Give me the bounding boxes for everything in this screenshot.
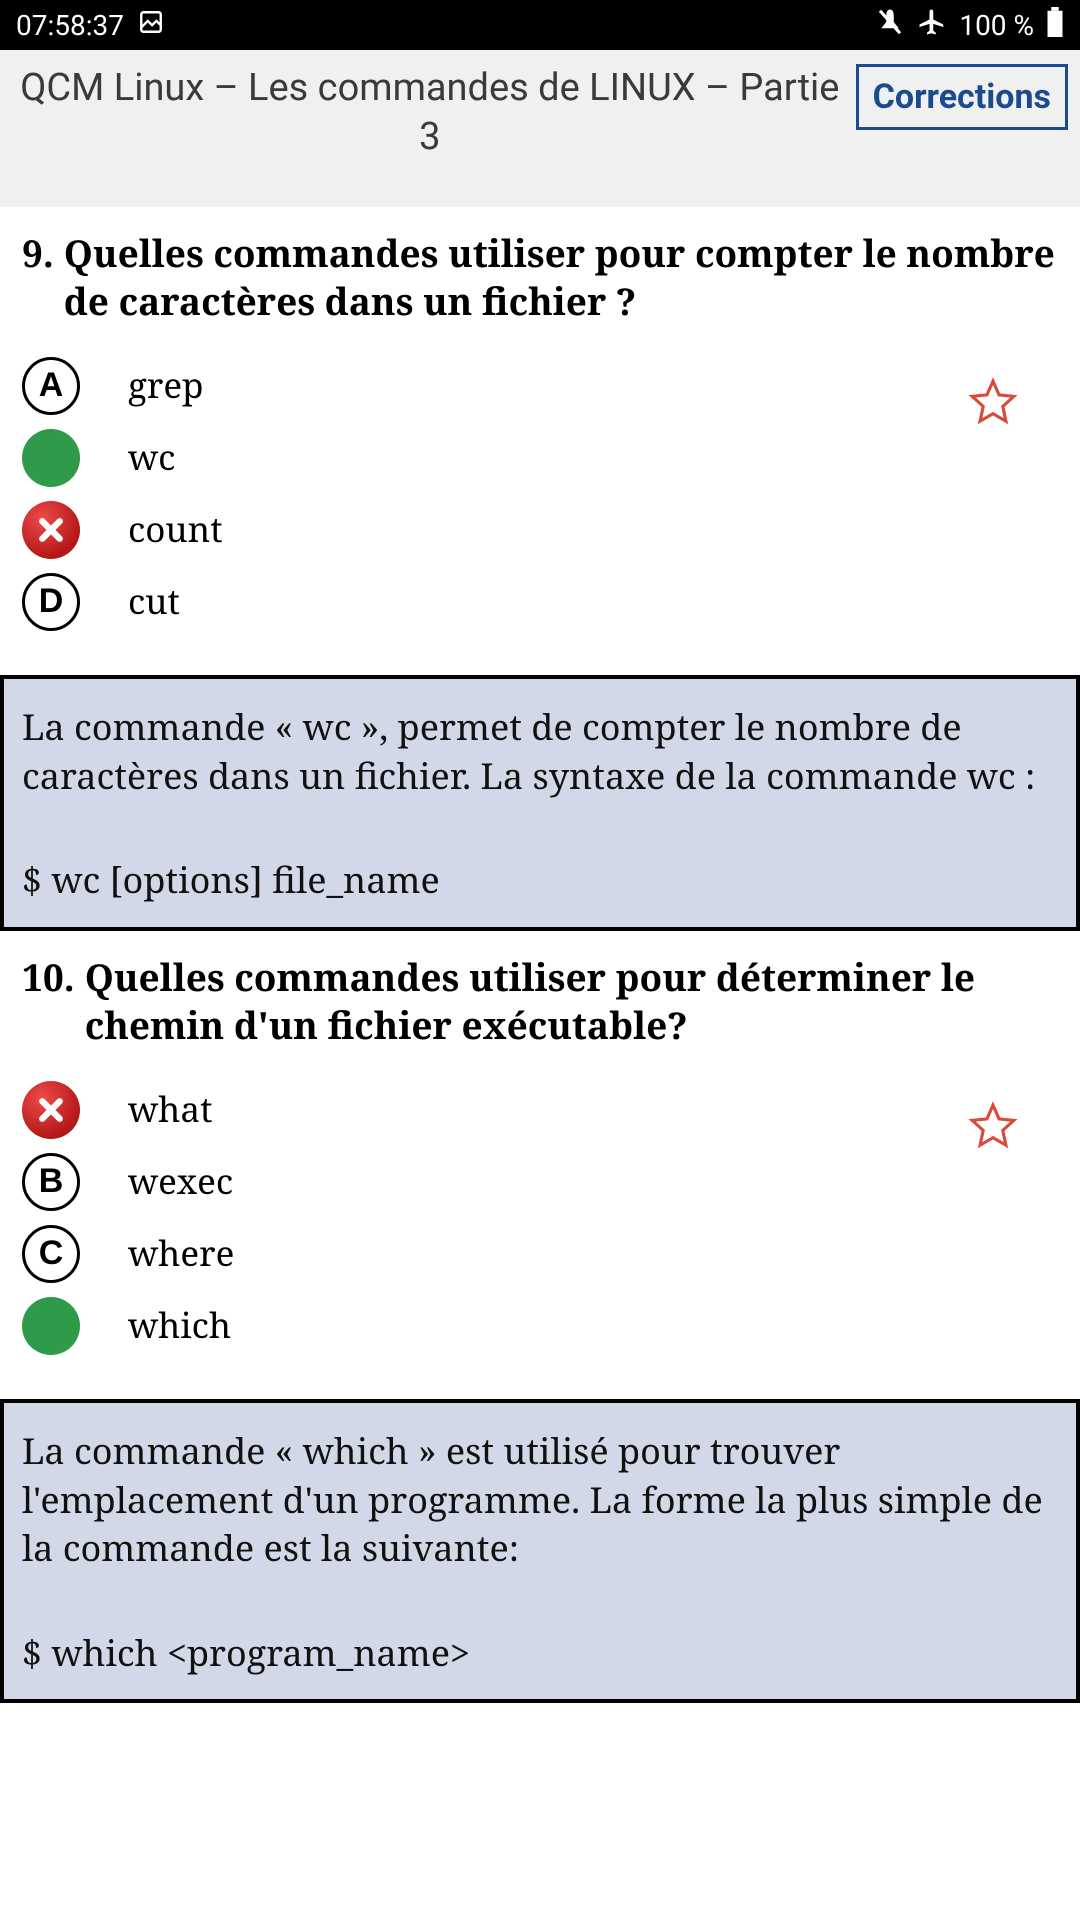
option-bubble: D [22, 573, 80, 631]
option-text: wexec [128, 1158, 233, 1205]
option-bubble: B [22, 1153, 80, 1211]
question-text: Quelles commandes utiliser pour compter … [64, 229, 1058, 325]
option-b[interactable]: B wexec [22, 1153, 1058, 1211]
explanation-box: La commande « wc », permet de compter le… [0, 675, 1080, 931]
question-text: Quelles commandes utiliser pour détermin… [85, 953, 1058, 1049]
option-text: grep [128, 362, 204, 409]
correct-icon [22, 429, 80, 487]
status-time: 07:58:37 [16, 9, 124, 42]
explanation-box: La commande « which » est utilisé pour t… [0, 1399, 1080, 1703]
option-text: what [128, 1086, 212, 1133]
wrong-icon [22, 1081, 80, 1139]
option-text: count [128, 506, 223, 553]
options-list: what B wexec C where which [22, 1081, 1058, 1355]
option-b[interactable]: wc [22, 429, 1058, 487]
question-title: 9. Quelles commandes utiliser pour compt… [22, 229, 1058, 325]
option-c[interactable]: count [22, 501, 1058, 559]
explanation-command: $ which <program_name> [22, 1629, 1058, 1678]
question-number: 9. [22, 229, 54, 325]
option-a[interactable]: A grep [22, 357, 1058, 415]
explanation-text: La commande « which » est utilisé pour t… [22, 1427, 1058, 1573]
correct-icon [22, 1297, 80, 1355]
corrections-button[interactable]: Corrections [856, 64, 1068, 130]
option-text: where [128, 1230, 234, 1277]
question-9: 9. Quelles commandes utiliser pour compt… [0, 207, 1080, 657]
app-header: QCM Linux – Les commandes de LINUX – Par… [0, 50, 1080, 207]
option-c[interactable]: C where [22, 1225, 1058, 1283]
option-d[interactable]: which [22, 1297, 1058, 1355]
gallery-icon [138, 9, 164, 42]
question-number: 10. [22, 953, 75, 1049]
option-bubble: A [22, 357, 80, 415]
status-bar: 07:58:37 100 % [0, 0, 1080, 50]
option-text: which [128, 1302, 231, 1349]
page-title: QCM Linux – Les commandes de LINUX – Par… [16, 64, 844, 163]
explanation-command: $ wc [options] file_name [22, 856, 1058, 905]
explanation-text: La commande « wc », permet de compter le… [22, 703, 1058, 800]
mute-icon [875, 7, 905, 44]
question-10: 10. Quelles commandes utiliser pour déte… [0, 931, 1080, 1381]
option-text: wc [128, 434, 175, 481]
option-d[interactable]: D cut [22, 573, 1058, 631]
content-area: 9. Quelles commandes utiliser pour compt… [0, 207, 1080, 1704]
option-a[interactable]: what [22, 1081, 1058, 1139]
favorite-star-icon[interactable] [968, 377, 1018, 432]
options-list: A grep wc count D cut [22, 357, 1058, 631]
wrong-icon [22, 501, 80, 559]
option-text: cut [128, 578, 180, 625]
option-bubble: C [22, 1225, 80, 1283]
battery-icon [1046, 7, 1064, 44]
question-title: 10. Quelles commandes utiliser pour déte… [22, 953, 1058, 1049]
airplane-icon [917, 7, 947, 44]
favorite-star-icon[interactable] [968, 1101, 1018, 1156]
battery-text: 100 % [959, 9, 1034, 42]
